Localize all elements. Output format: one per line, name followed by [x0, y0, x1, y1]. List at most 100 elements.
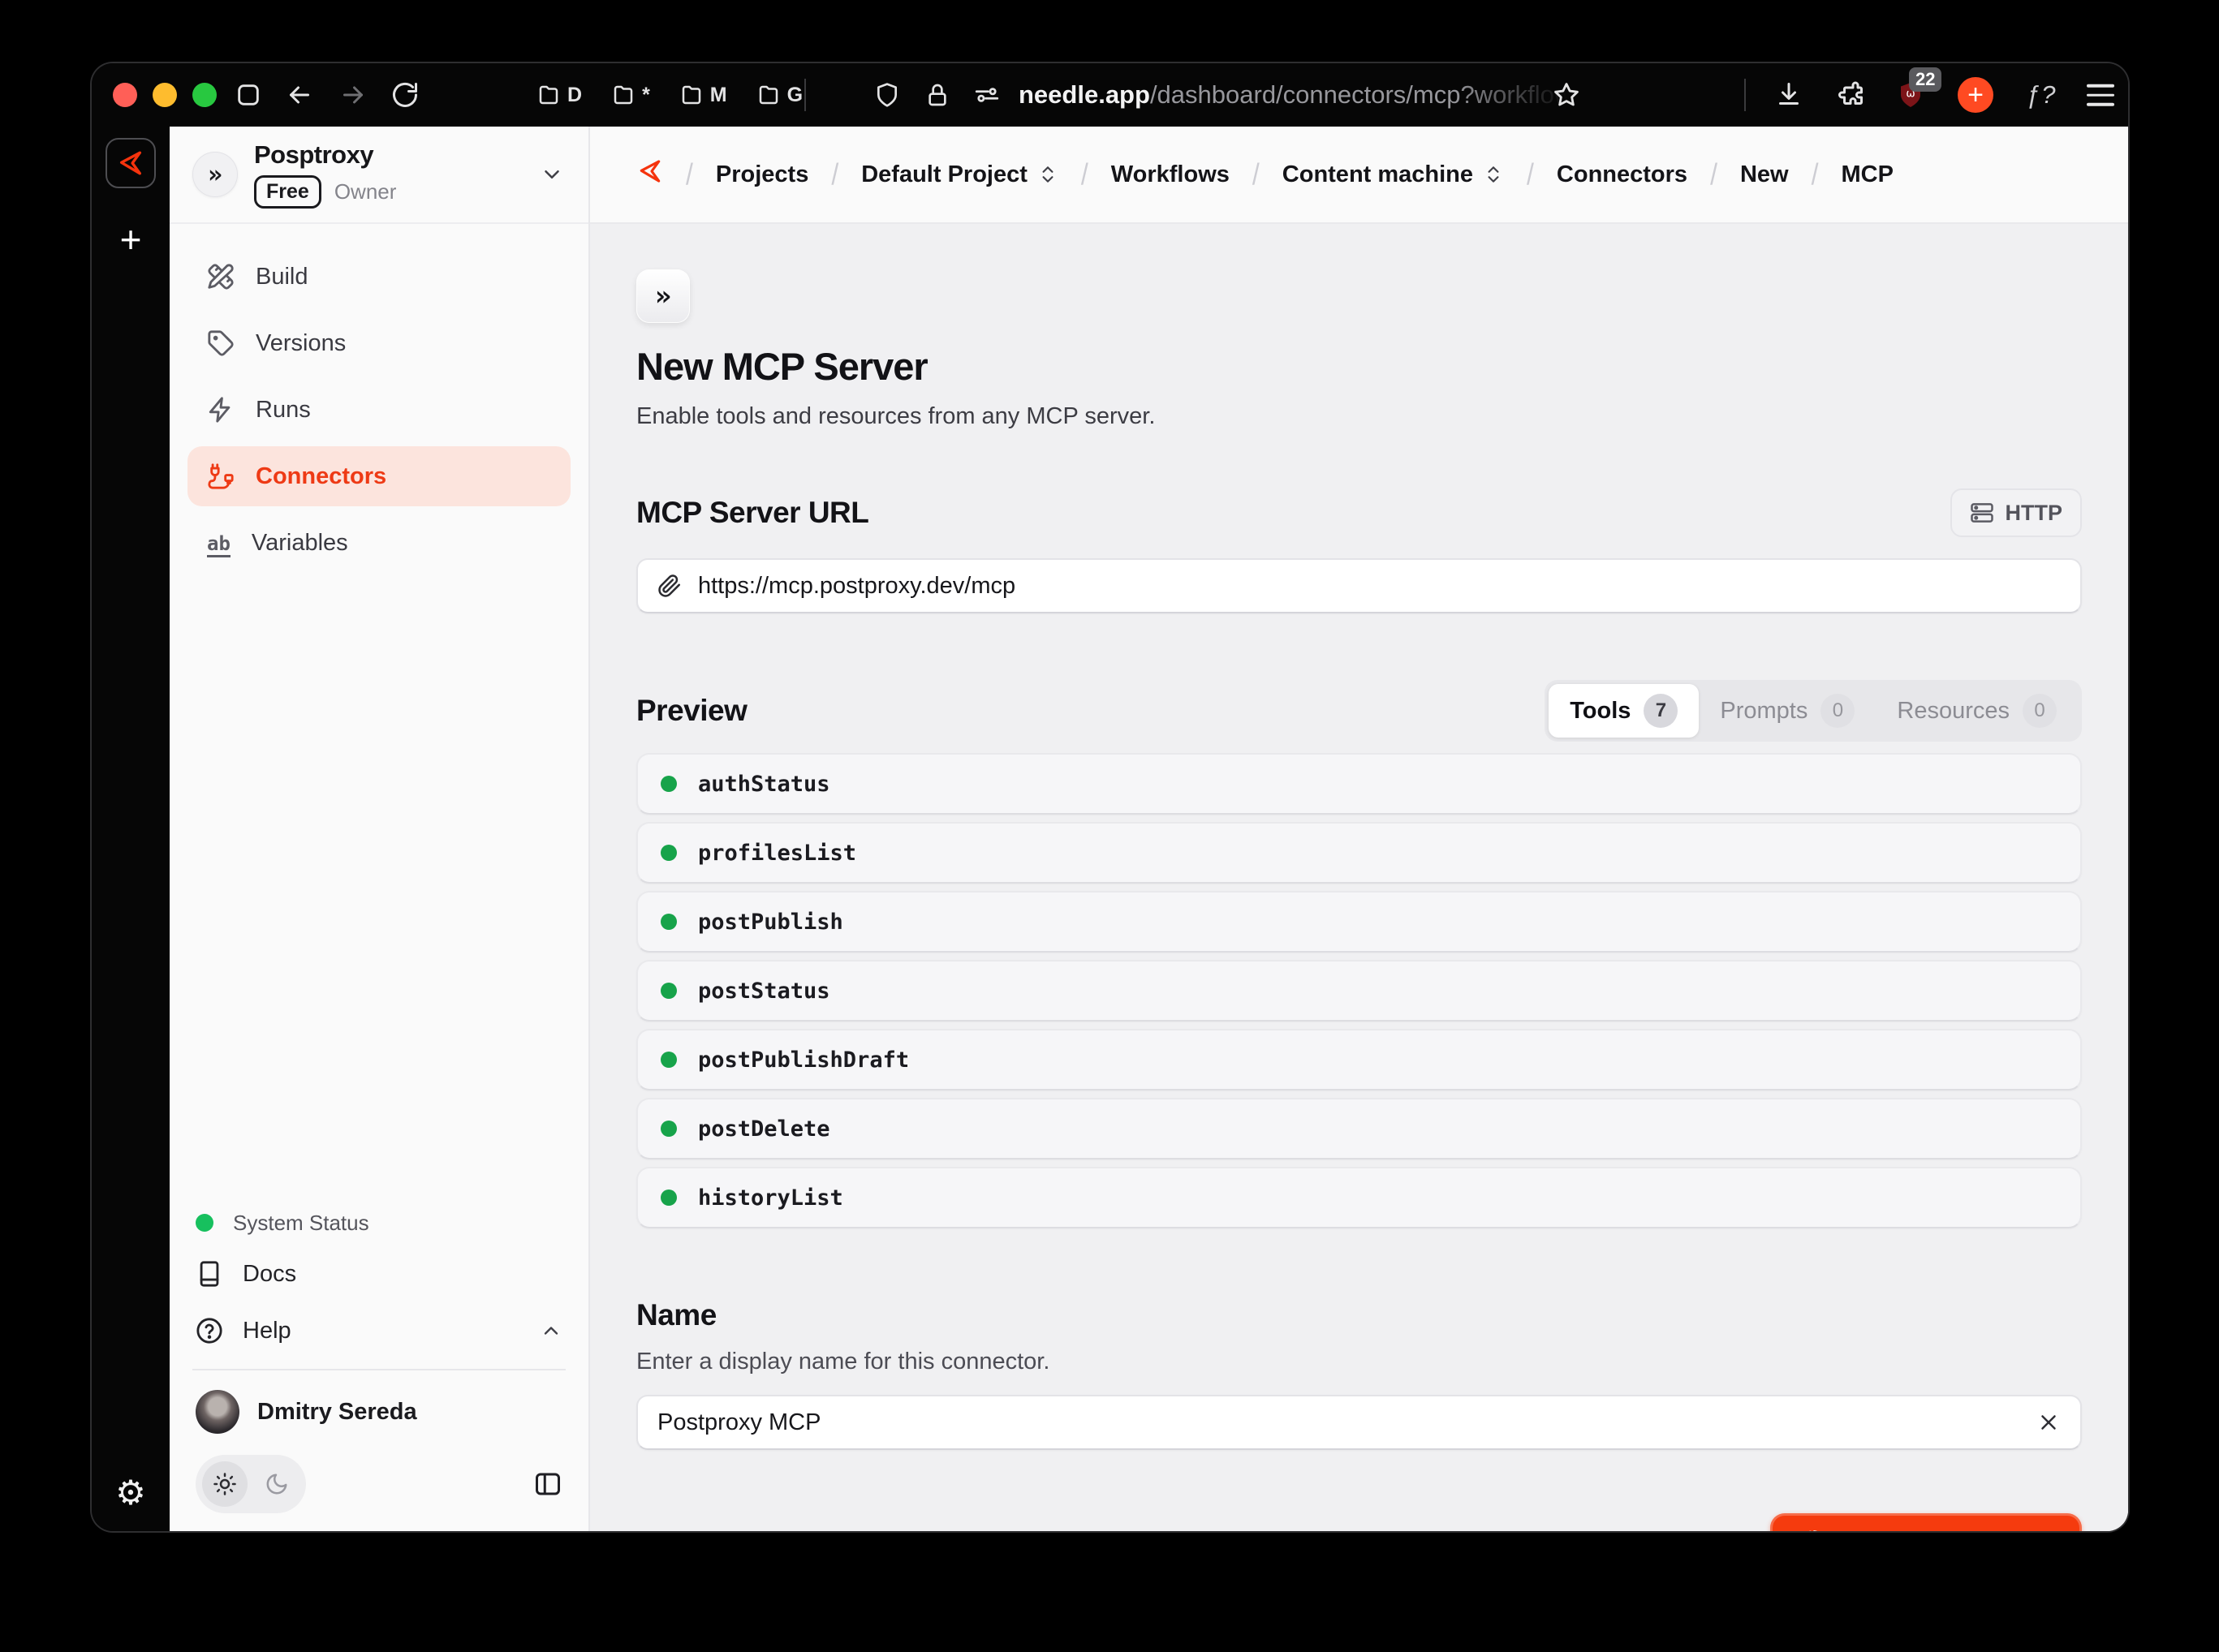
minimize-window-button[interactable] [153, 83, 177, 107]
active-tab-favicon[interactable] [106, 138, 156, 188]
tool-row[interactable]: postStatus [636, 960, 2082, 1022]
tab-tools[interactable]: Tools 7 [1549, 684, 1699, 738]
extensions-puzzle-icon[interactable] [1836, 80, 1865, 110]
breadcrumb-item-project-select[interactable]: Default Project [861, 161, 1058, 188]
connector-name-input[interactable] [657, 1409, 2020, 1436]
window-controls [113, 83, 217, 107]
bookmark-folder[interactable]: D [536, 83, 582, 107]
bookmark-star-icon[interactable] [1553, 81, 1580, 109]
panel-left-icon [533, 1469, 562, 1499]
chevron-up-icon [540, 1319, 562, 1342]
workspace-avatar: » [192, 152, 238, 197]
browser-toolbar: D * M G needle.app/dashbo [92, 63, 2128, 127]
protocol-http-button[interactable]: HTTP [1950, 488, 2083, 537]
breadcrumb-item-projects[interactable]: Projects [716, 161, 808, 188]
workspace-switcher[interactable]: » Posptroxy Free Owner [170, 127, 588, 224]
sidebar-item-docs[interactable]: Docs [196, 1245, 562, 1302]
breadcrumb-item-workflows[interactable]: Workflows [1111, 161, 1230, 188]
plan-badge: Free [254, 175, 321, 209]
tool-name: profilesList [698, 841, 856, 866]
bookmark-folder[interactable]: * [611, 83, 650, 107]
mcp-server-avatar: » [636, 269, 690, 323]
mcp-url-input[interactable] [698, 573, 2061, 600]
theme-toggle [196, 1455, 306, 1513]
sidebar-item-connectors[interactable]: Connectors [187, 446, 571, 506]
help-label: Help [243, 1318, 291, 1344]
back-icon[interactable] [285, 80, 314, 110]
dashed-plus-circle-icon [1798, 1528, 1829, 1531]
tracking-protection-shield-icon[interactable] [874, 82, 900, 108]
url-path: /dashboard/connectors/mcp?workflow [1150, 80, 1572, 110]
tool-row[interactable]: postPublishDraft [636, 1029, 2082, 1091]
page-content: » New MCP Server Enable tools and resour… [590, 224, 2128, 1531]
tool-status-dot [661, 983, 677, 999]
connector-name-field [636, 1395, 2082, 1450]
sidebar-item-runs[interactable]: Runs [187, 380, 571, 440]
tag-icon [207, 329, 235, 357]
address-bar[interactable]: needle.app/dashboard/connectors/mcp?work… [1019, 63, 1572, 127]
lock-icon[interactable] [924, 82, 950, 108]
dark-mode-button[interactable] [254, 1461, 299, 1507]
user-menu[interactable]: Dmitry Sereda [196, 1382, 562, 1442]
extension-plus-icon[interactable]: + [1958, 77, 1993, 113]
settings-gear-icon[interactable]: ⚙ [115, 1476, 146, 1510]
fx-label: ƒ? [2026, 80, 2057, 110]
user-avatar [196, 1390, 239, 1434]
menu-hamburger-icon[interactable] [2087, 84, 2114, 106]
close-window-button[interactable] [113, 83, 137, 107]
clear-input-icon[interactable] [2036, 1410, 2061, 1435]
tool-row[interactable]: postDelete [636, 1098, 2082, 1159]
toolbar-divider [1744, 79, 1746, 111]
new-tab-icon[interactable]: + [120, 221, 142, 258]
breadcrumb: / Projects / Default Project / Workflows… [590, 127, 2128, 224]
breadcrumb-separator: / [1710, 157, 1717, 192]
theme-row [196, 1455, 562, 1513]
zoom-window-button[interactable] [192, 83, 217, 107]
folder-icon [536, 83, 561, 107]
sidebar-item-label: Connectors [256, 463, 386, 490]
create-connector-button[interactable]: Create Connector [1770, 1513, 2082, 1531]
downloads-icon[interactable] [1774, 80, 1803, 110]
script-toggle-icon[interactable]: ƒ? [2026, 80, 2057, 110]
hamburger-lines [2087, 84, 2114, 106]
breadcrumb-item-new[interactable]: New [1740, 161, 1789, 188]
bookmark-folder[interactable]: G [756, 83, 803, 107]
tab-prompts[interactable]: Prompts 0 [1699, 684, 1876, 738]
pencil-ruler-icon [207, 263, 235, 290]
preview-heading: Preview [636, 694, 747, 728]
sidebar-item-help[interactable]: Help [196, 1302, 562, 1359]
sidebar-nav: Build Versions Runs [170, 224, 588, 596]
tab-label: Resources [1897, 698, 2010, 725]
tool-row[interactable]: authStatus [636, 753, 2082, 815]
sidebar-item-variables[interactable]: ab Variables [187, 513, 571, 573]
tool-row[interactable]: postPublish [636, 891, 2082, 953]
user-name: Dmitry Sereda [257, 1399, 417, 1426]
plus-circle-icon: + [1958, 77, 1993, 113]
light-mode-button[interactable] [202, 1461, 248, 1507]
brand-plane-icon[interactable] [637, 158, 663, 191]
breadcrumb-item-connectors[interactable]: Connectors [1557, 161, 1687, 188]
collapse-sidebar-button[interactable] [533, 1469, 562, 1499]
tools-list: authStatus profilesList postPublish [636, 753, 2082, 1228]
tool-name: postPublish [698, 910, 843, 935]
forward-icon[interactable] [338, 80, 368, 110]
plug-cable-icon [207, 462, 235, 490]
sidebar-item-versions[interactable]: Versions [187, 313, 571, 373]
chevrons-up-down-icon [1037, 164, 1058, 185]
tool-row[interactable]: profilesList [636, 822, 2082, 884]
sidebar-item-build[interactable]: Build [187, 247, 571, 307]
breadcrumb-item-workflow-select[interactable]: Content machine [1282, 161, 1504, 188]
reload-icon[interactable] [390, 80, 420, 110]
book-icon [196, 1260, 223, 1288]
tab-resources[interactable]: Resources 0 [1876, 684, 2078, 738]
folder-label: G [787, 84, 803, 107]
folder-label: M [710, 84, 727, 107]
system-status[interactable]: System Status [196, 1200, 562, 1245]
site-permissions-icon[interactable] [973, 81, 1001, 109]
bookmark-folder[interactable]: M [679, 83, 727, 107]
tool-row[interactable]: historyList [636, 1167, 2082, 1228]
tab-overview-icon[interactable] [235, 81, 262, 109]
paperclip-icon [657, 574, 682, 598]
chevrons-up-down-icon [1483, 164, 1504, 185]
app-shell: » Posptroxy Free Owner [170, 127, 2128, 1531]
